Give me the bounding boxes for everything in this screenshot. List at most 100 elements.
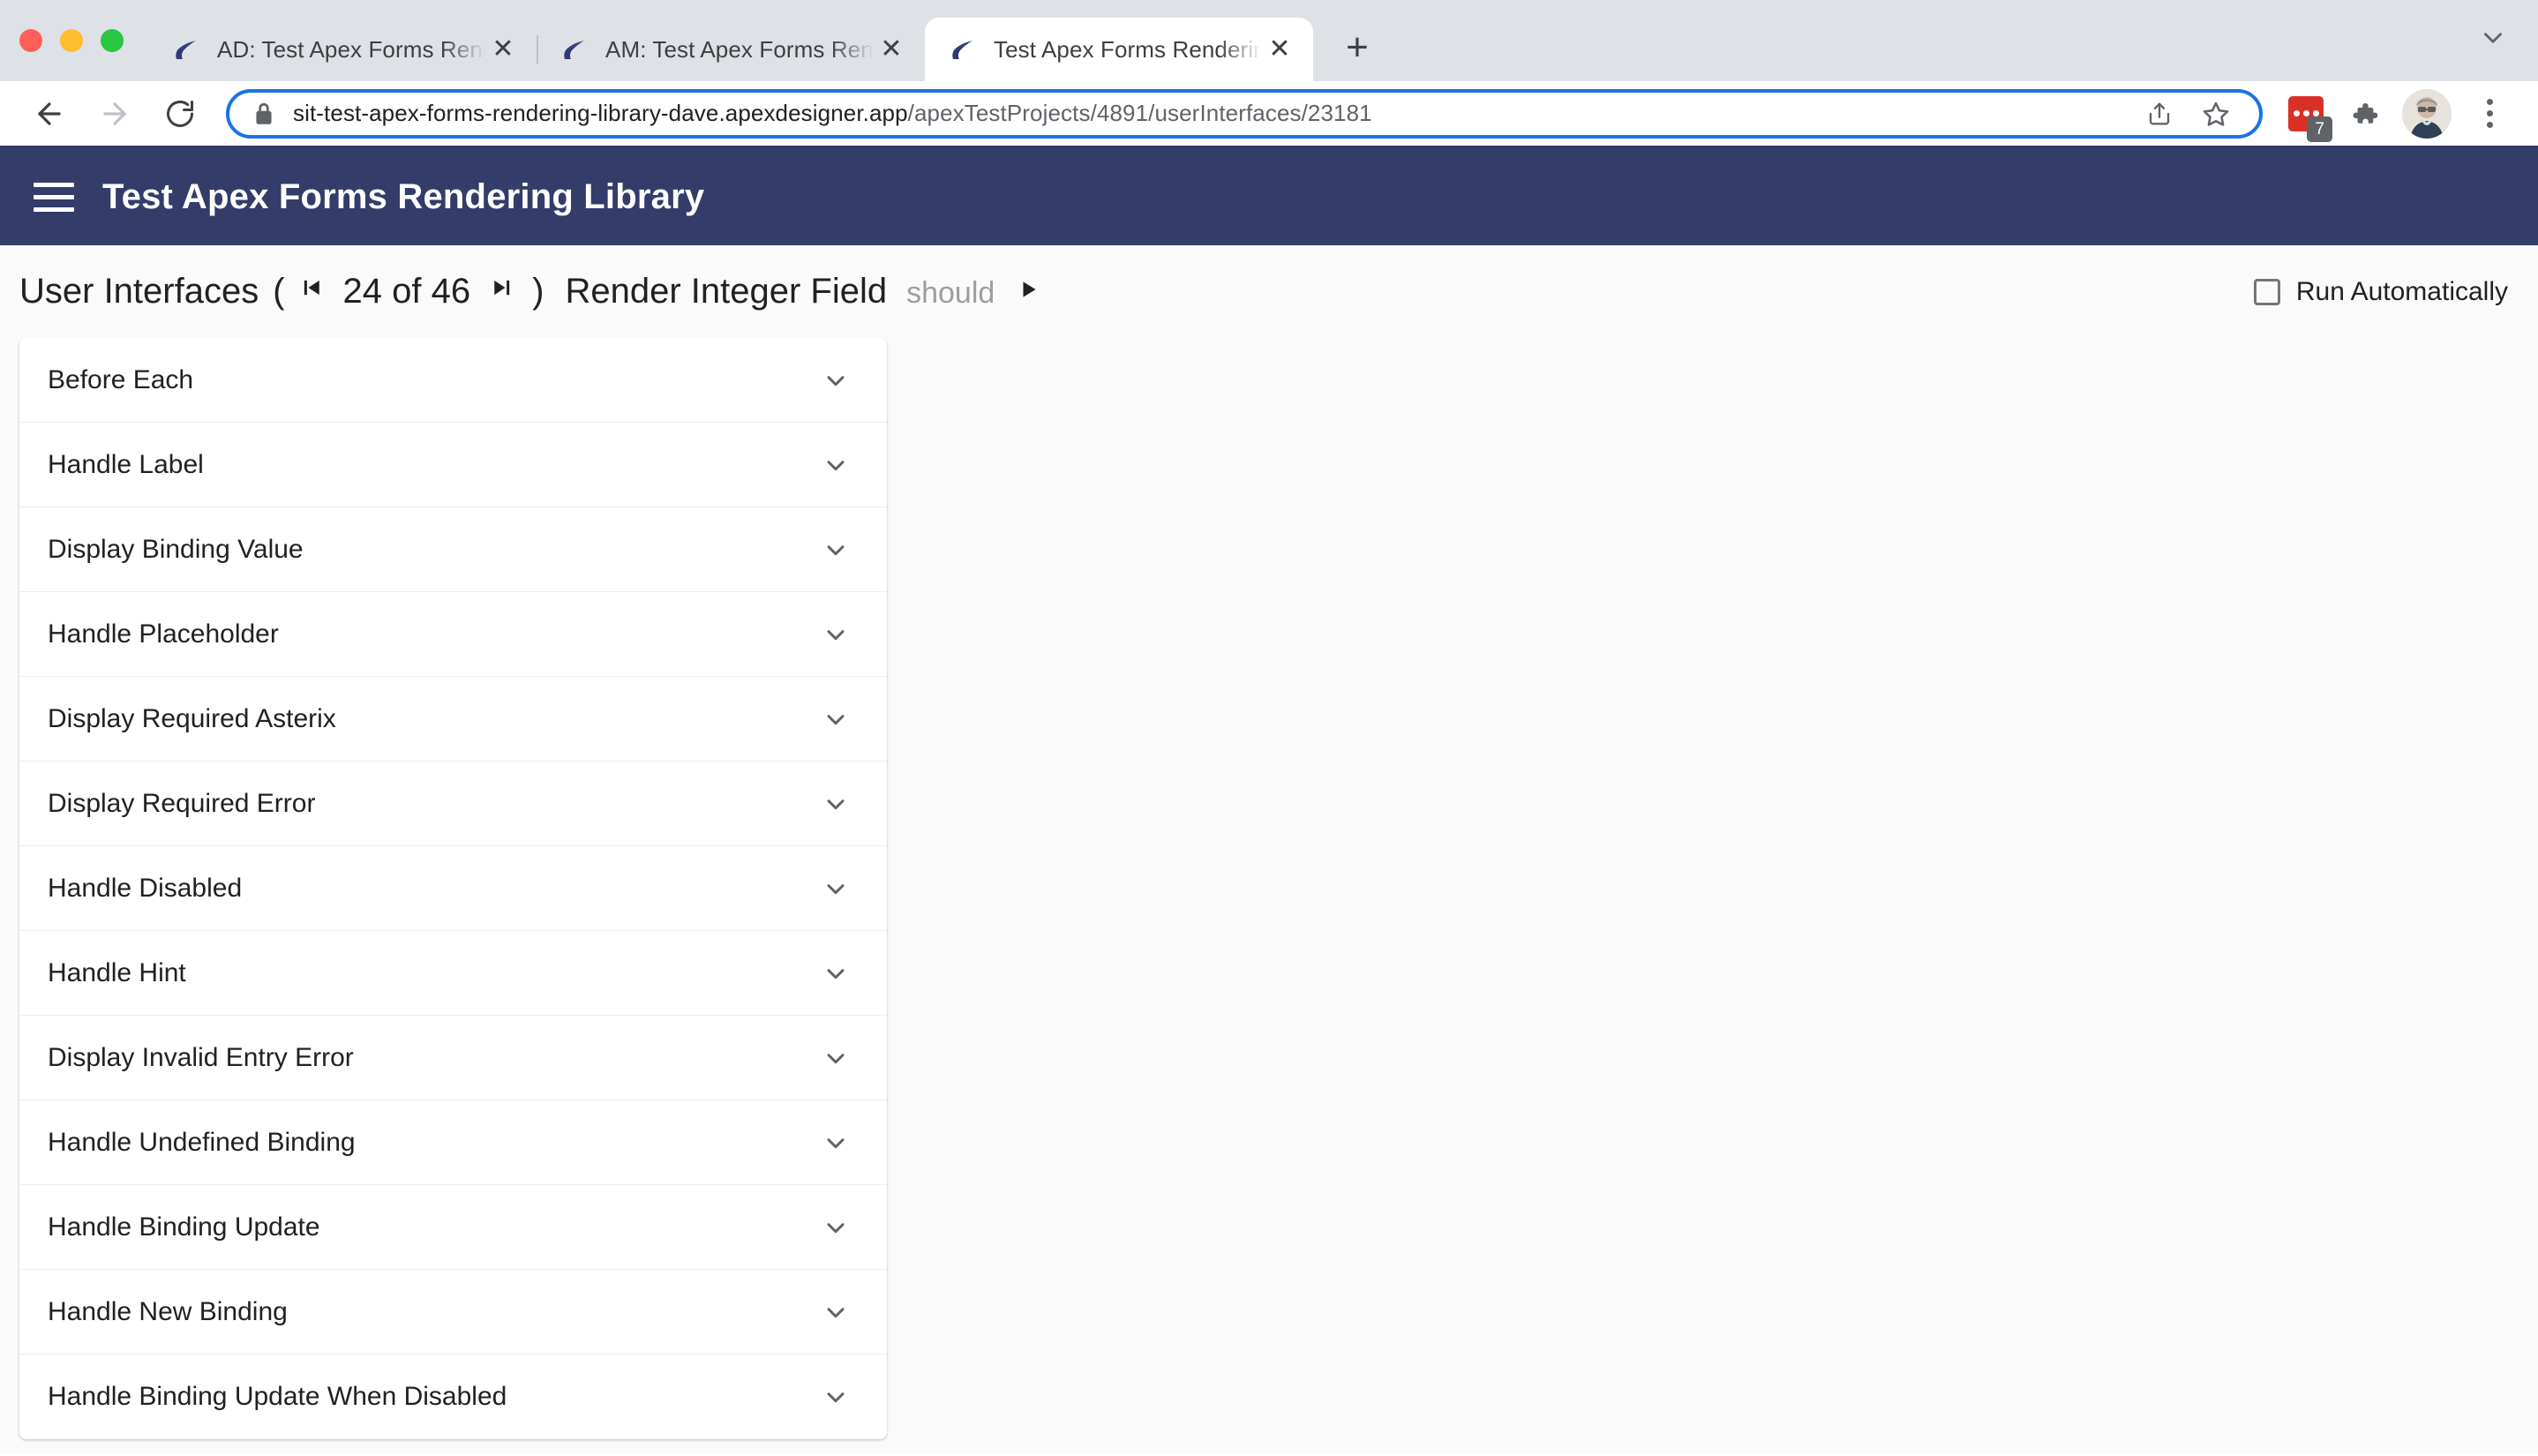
run-automatically-checkbox[interactable] xyxy=(2253,278,2280,305)
accordion-item-display-required-asterix[interactable]: Display Required Asterix xyxy=(19,677,887,762)
page-title: User Interfaces xyxy=(19,272,259,311)
close-tab-button[interactable]: ✕ xyxy=(485,32,521,67)
accordion-item-handle-binding-update-when-disabled[interactable]: Handle Binding Update When Disabled xyxy=(19,1355,887,1439)
should-label: should xyxy=(906,276,995,310)
close-tab-button[interactable]: ✕ xyxy=(1262,32,1297,67)
chevron-down-icon[interactable] xyxy=(816,361,855,400)
page-header-left: User Interfaces ( 24 of 46 ) Render Inte… xyxy=(19,272,1040,311)
page-header: User Interfaces ( 24 of 46 ) Render Inte… xyxy=(0,245,2538,338)
url-path: /apexTestProjects/4891/userInterfaces/23… xyxy=(907,100,1372,126)
browser-tab-1[interactable]: AD: Test Apex Forms Rendering ✕ xyxy=(148,18,537,81)
accordion-item-before-each[interactable]: Before Each xyxy=(19,338,887,423)
browser-tab-2[interactable]: AM: Test Apex Forms Rendering ✕ xyxy=(537,18,925,81)
skip-previous-icon[interactable] xyxy=(296,275,327,305)
browser-toolbar: sit-test-apex-forms-rendering-library-da… xyxy=(0,81,2538,148)
red-extension-button[interactable]: 7 xyxy=(2280,88,2332,142)
browser-chrome: AD: Test Apex Forms Rendering ✕ AM: Test… xyxy=(0,0,2538,148)
close-window-button[interactable] xyxy=(19,29,42,52)
record-counter: 24 of 46 xyxy=(342,272,471,311)
chevron-down-icon[interactable] xyxy=(816,615,855,654)
application-viewport: Test Apex Forms Rendering Library User I… xyxy=(0,148,2538,1453)
chevron-down-icon[interactable] xyxy=(816,1208,855,1247)
apex-road-favicon xyxy=(559,34,589,64)
chevron-down-icon[interactable] xyxy=(816,1039,855,1077)
skip-next-icon[interactable] xyxy=(486,275,518,305)
open-paren: ( xyxy=(273,272,285,311)
accordion-item-handle-placeholder[interactable]: Handle Placeholder xyxy=(19,592,887,677)
run-automatically-label: Run Automatically xyxy=(2295,276,2508,306)
extension-badge-count: 7 xyxy=(2307,116,2332,142)
accordion-item-label: Handle Label xyxy=(48,449,204,479)
app-title: Test Apex Forms Rendering Library xyxy=(102,176,705,216)
accordion-item-handle-undefined-binding[interactable]: Handle Undefined Binding xyxy=(19,1100,887,1185)
close-tab-button[interactable]: ✕ xyxy=(874,32,909,67)
omnibox-actions xyxy=(2136,90,2240,138)
chevron-down-icon[interactable] xyxy=(816,1123,855,1162)
accordion-item-label: Handle Placeholder xyxy=(48,619,279,649)
chevron-down-icon[interactable] xyxy=(2478,23,2508,58)
accordion-item-label: Display Binding Value xyxy=(48,534,304,564)
accordion-item-handle-hint[interactable]: Handle Hint xyxy=(19,931,887,1016)
profile-avatar[interactable] xyxy=(2402,88,2452,139)
main-content: Before Each Handle Label Display Binding… xyxy=(0,338,2538,1453)
accordion-item-handle-binding-update[interactable]: Handle Binding Update xyxy=(19,1185,887,1270)
accordion-item-display-invalid-entry-error[interactable]: Display Invalid Entry Error xyxy=(19,1016,887,1100)
tab-title: Test Apex Forms Rendering Lib xyxy=(994,35,1262,63)
chevron-down-icon[interactable] xyxy=(816,446,855,484)
apex-road-favicon xyxy=(948,34,978,64)
url-host: sit-test-apex-forms-rendering-library-da… xyxy=(293,100,908,126)
test-subject-title: Render Integer Field xyxy=(565,272,888,311)
window-controls xyxy=(19,0,124,81)
star-icon[interactable] xyxy=(2192,90,2240,138)
chevron-down-icon[interactable] xyxy=(816,784,855,823)
accordion-item-label: Display Required Error xyxy=(48,788,316,818)
accordion-item-label: Display Required Asterix xyxy=(48,703,336,733)
share-icon[interactable] xyxy=(2136,90,2183,138)
test-steps-accordion: Before Each Handle Label Display Binding… xyxy=(19,338,887,1439)
accordion-item-handle-label[interactable]: Handle Label xyxy=(19,423,887,507)
lock-icon xyxy=(252,101,275,127)
address-bar[interactable]: sit-test-apex-forms-rendering-library-da… xyxy=(226,88,2263,139)
kebab-menu-icon[interactable] xyxy=(2464,88,2515,139)
chevron-down-icon[interactable] xyxy=(816,869,855,908)
page-header-right: Run Automatically xyxy=(2253,276,2508,307)
new-tab-button[interactable]: + xyxy=(1331,21,1384,74)
app-header: Test Apex Forms Rendering Library xyxy=(0,148,2538,245)
browser-toolbar-right: 7 xyxy=(2280,88,2515,142)
accordion-item-label: Handle Undefined Binding xyxy=(48,1127,356,1157)
maximize-window-button[interactable] xyxy=(101,29,124,52)
accordion-item-label: Handle Disabled xyxy=(48,873,243,903)
accordion-item-label: Before Each xyxy=(48,364,194,394)
tab-strip: AD: Test Apex Forms Rendering ✕ AM: Test… xyxy=(0,0,2538,81)
close-paren: ) xyxy=(532,272,544,311)
back-button[interactable] xyxy=(23,87,76,140)
chevron-down-icon[interactable] xyxy=(816,954,855,993)
accordion-item-handle-disabled[interactable]: Handle Disabled xyxy=(19,846,887,931)
chevron-down-icon[interactable] xyxy=(816,1377,855,1416)
accordion-item-handle-new-binding[interactable]: Handle New Binding xyxy=(19,1270,887,1355)
accordion-item-display-required-error[interactable]: Display Required Error xyxy=(19,762,887,846)
reload-button[interactable] xyxy=(154,87,206,140)
chevron-down-icon[interactable] xyxy=(816,700,855,739)
accordion-item-label: Handle Hint xyxy=(48,957,186,987)
apex-road-favicon xyxy=(171,34,201,64)
chevron-down-icon[interactable] xyxy=(816,530,855,569)
accordion-item-label: Handle Binding Update When Disabled xyxy=(48,1382,507,1411)
accordion-item-label: Handle New Binding xyxy=(48,1296,288,1326)
accordion-item-label: Handle Binding Update xyxy=(48,1212,320,1242)
tab-title: AD: Test Apex Forms Rendering xyxy=(217,35,485,63)
tab-title: AM: Test Apex Forms Rendering xyxy=(605,35,874,63)
browser-tab-3-active[interactable]: Test Apex Forms Rendering Lib ✕ xyxy=(925,18,1313,81)
accordion-item-label: Display Invalid Entry Error xyxy=(48,1042,354,1072)
run-test-play-icon[interactable] xyxy=(1017,278,1040,306)
hamburger-menu-icon[interactable] xyxy=(26,169,81,224)
forward-button xyxy=(88,87,141,140)
minimize-window-button[interactable] xyxy=(60,29,83,52)
accordion-item-display-binding-value[interactable]: Display Binding Value xyxy=(19,507,887,592)
url-text: sit-test-apex-forms-rendering-library-da… xyxy=(293,100,2121,127)
tab-list: AD: Test Apex Forms Rendering ✕ AM: Test… xyxy=(148,0,1384,81)
red-extension-icon: 7 xyxy=(2288,95,2332,142)
chevron-down-icon[interactable] xyxy=(816,1293,855,1332)
puzzle-piece-icon[interactable] xyxy=(2339,88,2390,139)
tab-strip-right xyxy=(2478,0,2538,81)
